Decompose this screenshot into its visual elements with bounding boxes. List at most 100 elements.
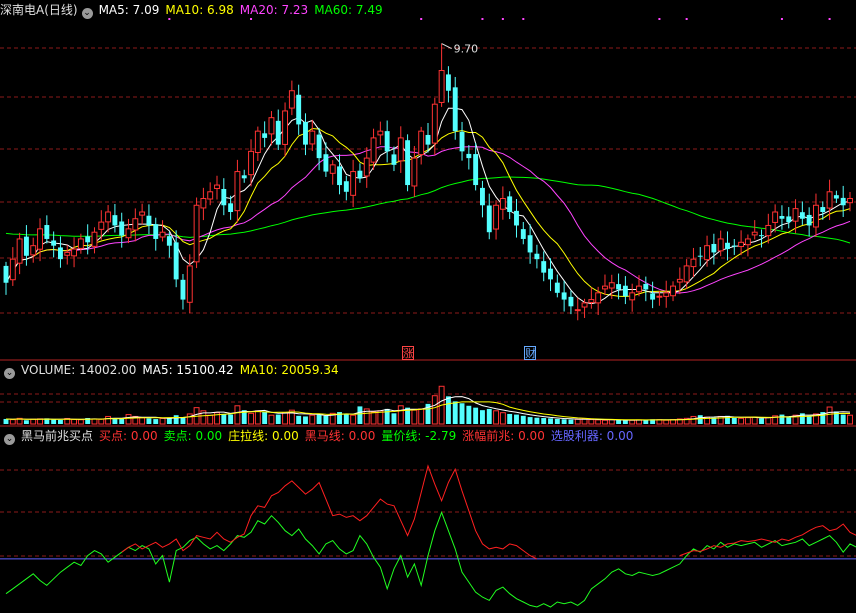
volume-bar	[731, 417, 737, 424]
chevron-down-icon[interactable]: ⌄	[81, 8, 93, 19]
candle-body	[499, 198, 506, 210]
volume-bar	[221, 413, 227, 424]
volume-bar	[452, 401, 458, 424]
volume-bar	[616, 420, 622, 424]
candle-body	[534, 253, 540, 260]
chevron-down-icon[interactable]: ⌄	[4, 368, 15, 379]
candle-body	[826, 191, 833, 209]
candle-body	[452, 87, 458, 132]
candle-body	[228, 203, 234, 212]
ma20-label: MA20: 7.23	[239, 3, 309, 17]
candle-body	[234, 171, 241, 212]
candle-body	[663, 292, 670, 297]
candle-body	[622, 285, 628, 297]
volume-bar	[595, 419, 602, 425]
volume-bar	[71, 418, 78, 425]
candle-body	[425, 134, 431, 145]
candle-body	[772, 211, 779, 223]
candle-body	[806, 214, 812, 226]
candle-body	[71, 248, 78, 257]
candle-body	[248, 150, 254, 176]
candle-body	[357, 170, 363, 179]
candle-body	[738, 241, 745, 248]
volume-bar	[840, 414, 846, 424]
candle-body	[792, 208, 799, 222]
chevron-down-icon[interactable]: ⌄	[4, 434, 15, 445]
ma5-label: MA5: 7.09	[98, 3, 160, 17]
volume-bar	[309, 414, 316, 425]
volume-bar	[561, 419, 567, 424]
volume-bar	[153, 419, 159, 424]
volume-bar	[418, 408, 425, 425]
candlestick-series[interactable]	[3, 43, 853, 321]
candle-body	[3, 265, 9, 283]
candle-body	[350, 171, 357, 196]
volume-bar	[343, 413, 349, 424]
stock-chart-canvas[interactable]: 9.70	[0, 0, 856, 613]
volume-bar	[119, 418, 125, 424]
candle-body	[405, 140, 411, 186]
volume-bar	[316, 414, 322, 424]
ma10-line	[5, 127, 851, 298]
volume-bar	[77, 419, 84, 425]
candle-body	[343, 181, 349, 192]
stock-picker-label: 选股利器: 0.00	[550, 429, 634, 443]
candle-body	[480, 187, 485, 206]
candle-body	[391, 154, 397, 165]
volume-bar	[514, 414, 519, 424]
candle-body	[51, 240, 57, 246]
volume-bar	[622, 420, 628, 424]
volume-bar	[186, 413, 193, 425]
candle-body	[683, 265, 690, 283]
candle-body	[337, 166, 342, 186]
finance-badge[interactable]: 财	[524, 346, 537, 360]
candle-body	[384, 131, 390, 152]
high-annotation: 9.70	[441, 43, 479, 56]
candle-body	[323, 154, 329, 172]
volume-bar	[466, 405, 472, 424]
candle-body	[139, 211, 146, 216]
candle-body	[527, 235, 533, 253]
candle-body	[166, 236, 172, 246]
candle-body	[37, 228, 43, 250]
candle-body	[507, 196, 513, 212]
volume-bar	[499, 412, 506, 425]
candle-body	[268, 117, 275, 135]
volume-bar	[534, 417, 540, 424]
volume-bar	[520, 415, 526, 424]
volume-bar	[581, 418, 588, 425]
volume-bar	[58, 419, 63, 424]
candle-body	[296, 94, 302, 125]
signal-dots	[168, 18, 831, 20]
volume-bar	[738, 417, 745, 425]
rise-omen-label: 涨幅前兆: 0.00	[462, 429, 545, 443]
candle-body	[629, 292, 636, 301]
volume-bar	[847, 414, 853, 425]
volume-bar	[608, 419, 615, 425]
candle-body	[541, 261, 547, 273]
candle-body	[786, 216, 792, 223]
candle-body	[690, 258, 697, 268]
volume-bar	[30, 418, 37, 425]
rise-badge[interactable]: 涨	[401, 346, 414, 360]
candle-body	[146, 215, 152, 226]
dealer-line-label: 庄拉线: 0.00	[228, 429, 299, 443]
volume-bar	[91, 418, 98, 425]
high-price-label: 9.70	[454, 43, 479, 56]
signal-dot	[420, 18, 423, 20]
candle-body	[459, 131, 465, 152]
symbol-title: 深南电A(日线)	[0, 3, 78, 17]
candle-body	[548, 268, 553, 280]
signal-dot	[250, 18, 253, 20]
volume-bar	[3, 418, 9, 424]
volume-bar	[357, 406, 363, 424]
volume-bar	[568, 419, 574, 424]
candle-body	[329, 164, 336, 174]
volume-bar	[51, 419, 57, 424]
candle-body	[282, 110, 289, 145]
candle-body	[309, 130, 316, 145]
volume-bar	[23, 420, 29, 424]
ma60-label: MA60: 7.49	[314, 3, 383, 17]
sell-point-label: 卖点: 0.00	[163, 429, 223, 443]
candle-body	[303, 121, 308, 145]
